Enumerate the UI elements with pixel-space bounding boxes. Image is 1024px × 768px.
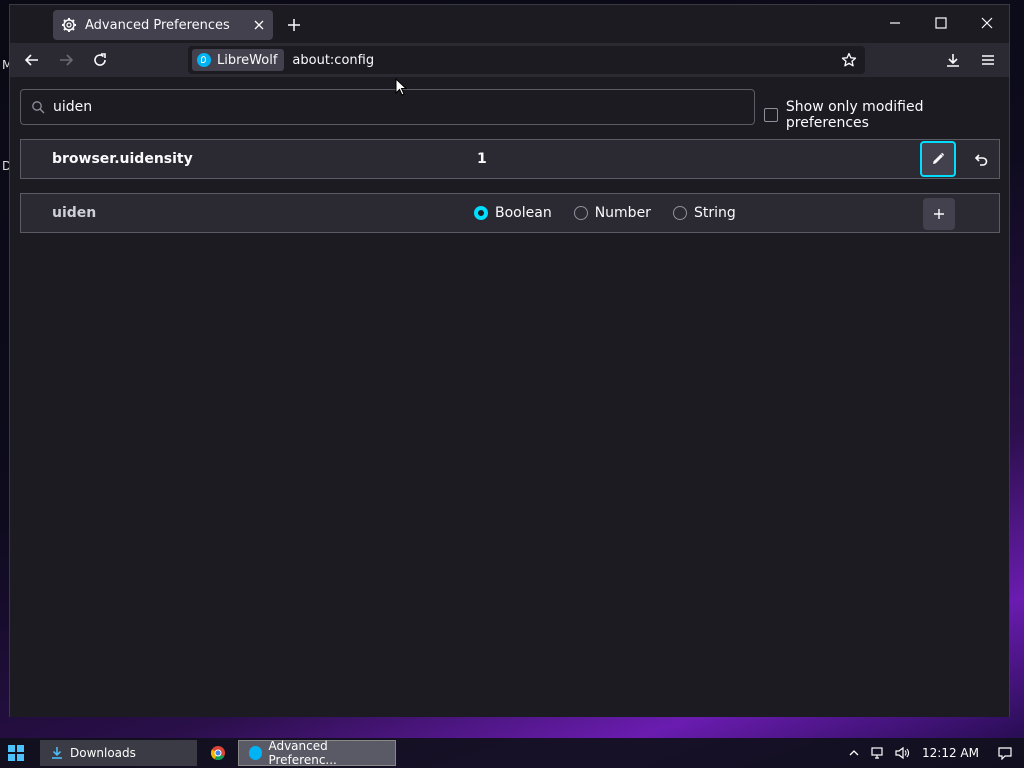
librewolf-logo-icon — [197, 53, 211, 67]
edit-button[interactable] — [920, 141, 956, 177]
minimize-button[interactable] — [873, 9, 917, 37]
show-modified-filter[interactable]: Show only modified preferences — [764, 99, 1009, 131]
chevron-up-icon[interactable] — [845, 744, 863, 762]
identity-label: LibreWolf — [217, 52, 278, 68]
taskbar-item-librewolf[interactable]: Advanced Preferenc... — [238, 739, 396, 767]
radio-label: String — [693, 205, 736, 221]
plus-icon — [934, 209, 944, 219]
back-button[interactable] — [18, 46, 46, 74]
bookmark-star-icon[interactable] — [837, 48, 861, 72]
browser-window: Advanced Preferences LibreWolf about:con… — [9, 4, 1010, 717]
radio-label: Boolean — [495, 205, 552, 221]
url-bar[interactable]: LibreWolf about:config — [188, 46, 865, 74]
new-pref-name: uiden — [52, 205, 97, 221]
downloads-button[interactable] — [939, 46, 967, 74]
system-tray: 12:12 AM — [842, 738, 1024, 768]
mouse-cursor-icon — [395, 77, 408, 100]
pref-value: 1 — [477, 151, 487, 167]
maximize-button[interactable] — [919, 9, 963, 37]
close-tab-icon[interactable] — [248, 14, 270, 36]
clock[interactable]: 12:12 AM — [922, 746, 979, 760]
radio-button[interactable] — [474, 206, 488, 220]
show-modified-checkbox[interactable] — [764, 108, 778, 122]
preferences-table: browser.uidensity 1 uiden Boolean Number… — [20, 139, 1000, 247]
gear-icon — [61, 17, 77, 33]
add-preference-row: uiden Boolean Number String — [20, 193, 1000, 233]
chrome-icon — [210, 746, 225, 761]
radio-boolean[interactable]: Boolean — [474, 205, 552, 221]
url-text[interactable]: about:config — [292, 53, 837, 68]
taskbar-item-label: Downloads — [70, 746, 136, 760]
tab-advanced-preferences[interactable]: Advanced Preferences — [53, 10, 273, 40]
show-modified-label: Show only modified preferences — [785, 99, 924, 131]
search-box[interactable] — [20, 89, 755, 125]
radio-button[interactable] — [672, 206, 687, 220]
identity-box[interactable]: LibreWolf — [192, 49, 285, 71]
taskbar-item-label: Advanced Preferenc... — [268, 739, 337, 767]
menu-button[interactable] — [974, 46, 1002, 74]
type-radio-group: Boolean Number String — [474, 205, 758, 221]
network-icon[interactable] — [869, 744, 887, 762]
radio-button[interactable] — [573, 206, 588, 220]
add-button[interactable] — [923, 198, 955, 230]
title-bar: Advanced Preferences — [10, 5, 1009, 43]
about-config-page: Show only modified preferences browser.u… — [10, 77, 1009, 717]
new-tab-button[interactable] — [282, 13, 306, 37]
close-window-button[interactable] — [965, 9, 1009, 37]
notification-icon[interactable] — [996, 744, 1014, 762]
reload-button[interactable] — [86, 46, 114, 74]
radio-label: Number — [594, 205, 651, 221]
radio-number[interactable]: Number — [573, 205, 651, 221]
radio-string[interactable]: String — [672, 205, 736, 221]
taskbar-item-downloads[interactable]: Downloads — [40, 740, 197, 766]
forward-button[interactable] — [52, 46, 80, 74]
search-input[interactable] — [53, 99, 754, 115]
volume-icon[interactable] — [893, 744, 911, 762]
pencil-icon — [933, 152, 945, 164]
search-icon — [31, 100, 45, 114]
table-row: browser.uidensity 1 — [20, 139, 1000, 179]
tab-title: Advanced Preferences — [85, 17, 230, 33]
download-folder-icon — [52, 747, 62, 759]
reset-button[interactable] — [963, 141, 999, 177]
undo-icon — [974, 154, 988, 166]
taskbar: Downloads Advanced Preferenc... 12:12 AM — [0, 738, 1024, 768]
windows-start-icon[interactable] — [8, 745, 24, 761]
navigation-toolbar: LibreWolf about:config — [10, 43, 1009, 77]
taskbar-item-chrome[interactable] — [203, 740, 233, 766]
pref-name: browser.uidensity — [52, 151, 193, 167]
librewolf-logo-icon — [249, 746, 263, 760]
